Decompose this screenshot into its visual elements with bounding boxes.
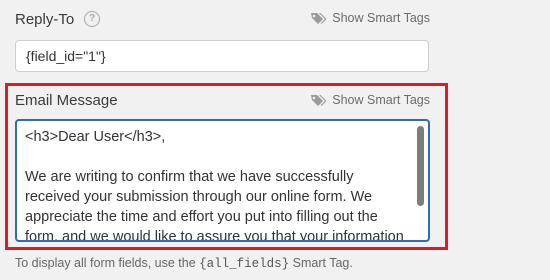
all-fields-smart-tag-code: {all_fields} (199, 257, 290, 271)
tags-icon (311, 94, 327, 106)
email-message-textarea[interactable]: <h3>Dear User</h3>, We are writing to co… (15, 119, 430, 242)
email-message-show-smart-tags-link[interactable]: Show Smart Tags (310, 93, 430, 107)
question-circle-icon[interactable]: ? (84, 11, 101, 27)
reply-to-label: Reply-To (15, 10, 75, 28)
tags-icon (311, 12, 327, 24)
textarea-scrollbar[interactable] (417, 126, 424, 206)
reply-to-smart-tags-label: Show Smart Tags (332, 11, 430, 25)
help-text-suffix: Smart Tag. (289, 256, 353, 270)
all-fields-help-text: To display all form fields, use the {all… (15, 256, 353, 271)
reply-to-show-smart-tags-link[interactable]: Show Smart Tags (310, 11, 430, 25)
reply-to-input[interactable]: {field_id="1"} (15, 40, 429, 72)
email-message-smart-tags-label: Show Smart Tags (332, 93, 430, 107)
form-settings-panel: Reply-To ? Show Smart Tags {field_id="1"… (0, 0, 550, 280)
email-message-text: <h3>Dear User</h3>, We are writing to co… (25, 129, 404, 242)
email-message-label: Email Message (15, 92, 118, 109)
help-text-prefix: To display all form fields, use the (15, 256, 200, 270)
